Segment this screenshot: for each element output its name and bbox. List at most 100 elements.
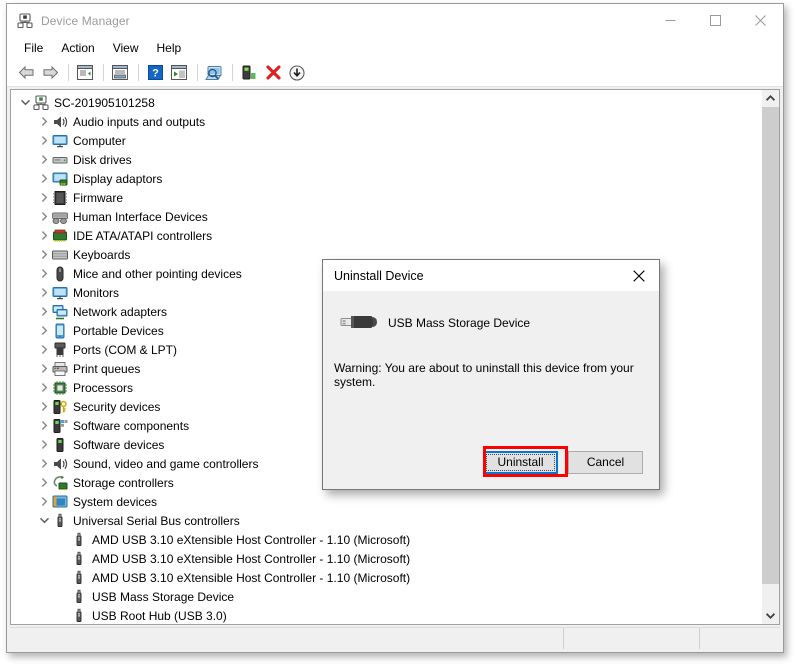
tree-item[interactable]: Display adaptors: [11, 169, 761, 188]
tree-item[interactable]: Disk drives: [11, 150, 761, 169]
speaker-icon: [52, 456, 68, 472]
tree-item[interactable]: USB Root Hub (USB 3.0): [11, 606, 761, 624]
monitor-icon: [52, 285, 68, 301]
menu-file[interactable]: File: [15, 38, 52, 58]
usb-icon: [71, 532, 87, 548]
processor-icon: [52, 380, 68, 396]
enable-device-icon[interactable]: [238, 62, 260, 84]
scan-hardware-changes-icon[interactable]: [203, 62, 225, 84]
show-hide-console-tree-icon[interactable]: [74, 62, 96, 84]
tree-item[interactable]: IDE ATA/ATAPI controllers: [11, 226, 761, 245]
tree-item[interactable]: Firmware: [11, 188, 761, 207]
tree-item[interactable]: Human Interface Devices: [11, 207, 761, 226]
usb-plug-icon: [337, 308, 379, 338]
update-driver-icon[interactable]: [168, 62, 190, 84]
tree-item[interactable]: USB Mass Storage Device: [11, 587, 761, 606]
toolbar-separator: [232, 64, 233, 81]
scroll-down-button[interactable]: [762, 607, 779, 624]
uninstall-button-label: Uninstall: [497, 455, 544, 469]
uninstall-device-dialog: Uninstall Device USB Mass Storage Device…: [322, 259, 660, 490]
monitor-icon: [52, 133, 68, 149]
menu-bar: File Action View Help: [7, 37, 783, 59]
tree-item-label: Ports (COM & LPT): [73, 342, 178, 357]
chevron-right-icon[interactable]: [36, 131, 52, 150]
chevron-down-icon[interactable]: [17, 93, 33, 112]
storage-controller-icon: [52, 475, 68, 491]
tree-item-label: SC-201905101258: [54, 95, 155, 110]
back-icon[interactable]: [15, 62, 37, 84]
status-pane-2: [700, 628, 780, 649]
chevron-right-icon[interactable]: [36, 416, 52, 435]
tree-item[interactable]: Audio inputs and outputs: [11, 112, 761, 131]
chevron-right-icon[interactable]: [36, 359, 52, 378]
status-bar: [10, 627, 780, 649]
chevron-right-icon[interactable]: [36, 454, 52, 473]
tree-item[interactable]: Computer: [11, 131, 761, 150]
minimize-button[interactable]: [648, 4, 693, 37]
uninstall-button[interactable]: Uninstall: [483, 450, 558, 474]
chevron-right-icon[interactable]: [36, 169, 52, 188]
tree-root-node[interactable]: SC-201905101258: [11, 93, 761, 112]
chevron-right-icon[interactable]: [36, 283, 52, 302]
chevron-right-icon[interactable]: [36, 435, 52, 454]
usb-icon: [52, 513, 68, 529]
cancel-button[interactable]: Cancel: [568, 450, 643, 474]
tree-item[interactable]: AMD USB 3.10 eXtensible Host Controller …: [11, 530, 761, 549]
tree-item[interactable]: AMD USB 3.10 eXtensible Host Controller …: [11, 549, 761, 568]
properties-icon[interactable]: [109, 62, 131, 84]
scroll-thumb[interactable]: [762, 107, 779, 584]
chevron-right-icon[interactable]: [36, 150, 52, 169]
usb-icon: [71, 589, 87, 605]
chevron-right-icon[interactable]: [36, 112, 52, 131]
mouse-icon: [52, 266, 68, 282]
tree-item-label: Print queues: [73, 361, 141, 376]
chevron-right-icon[interactable]: [36, 378, 52, 397]
toolbar-separator: [68, 64, 69, 81]
chevron-right-icon[interactable]: [36, 473, 52, 492]
tree-item-label: Portable Devices: [73, 323, 164, 338]
software-device-icon: [52, 437, 68, 453]
menu-action[interactable]: Action: [52, 38, 103, 58]
tree-item-label: Universal Serial Bus controllers: [73, 513, 240, 528]
chevron-right-icon[interactable]: [36, 264, 52, 283]
help-icon[interactable]: ?: [144, 62, 166, 84]
menu-view[interactable]: View: [104, 38, 148, 58]
chevron-right-icon[interactable]: [36, 302, 52, 321]
tree-item-label: Human Interface Devices: [73, 209, 208, 224]
dialog-close-button[interactable]: [619, 260, 659, 291]
chevron-right-icon[interactable]: [36, 245, 52, 264]
tree-item-label: Sound, video and game controllers: [73, 456, 259, 471]
system-device-icon: [52, 494, 68, 510]
chevron-right-icon[interactable]: [36, 226, 52, 245]
chevron-down-icon[interactable]: [36, 511, 52, 530]
forward-icon[interactable]: [39, 62, 61, 84]
menu-help[interactable]: Help: [148, 38, 191, 58]
uninstall-device-icon[interactable]: [262, 62, 284, 84]
close-button[interactable]: [738, 4, 783, 37]
disable-device-icon[interactable]: [286, 62, 308, 84]
portable-device-icon: [52, 323, 68, 339]
tree-item[interactable]: Universal Serial Bus controllers: [11, 511, 761, 530]
scroll-up-button[interactable]: [762, 90, 779, 107]
chevron-right-icon[interactable]: [36, 340, 52, 359]
tree-item-label: AMD USB 3.10 eXtensible Host Controller …: [92, 551, 411, 566]
chevron-right-icon[interactable]: [36, 397, 52, 416]
maximize-button[interactable]: [693, 4, 738, 37]
chevron-right-icon[interactable]: [36, 321, 52, 340]
tree-item-label: AMD USB 3.10 eXtensible Host Controller …: [92, 532, 411, 547]
chevron-right-icon[interactable]: [36, 492, 52, 511]
tree-item[interactable]: System devices: [11, 492, 761, 511]
ide-controller-icon: [52, 228, 68, 244]
usb-icon: [71, 570, 87, 586]
chevron-right-icon[interactable]: [36, 207, 52, 226]
tree-item[interactable]: AMD USB 3.10 eXtensible Host Controller …: [11, 568, 761, 587]
tree-item-label: Disk drives: [73, 152, 132, 167]
tree-vertical-scrollbar[interactable]: [761, 90, 779, 624]
window-controls: [648, 4, 783, 37]
chevron-right-icon[interactable]: [36, 188, 52, 207]
hid-icon: [52, 209, 68, 225]
toolbar-separator: [138, 64, 139, 81]
tree-item-label: USB Mass Storage Device: [92, 589, 235, 604]
